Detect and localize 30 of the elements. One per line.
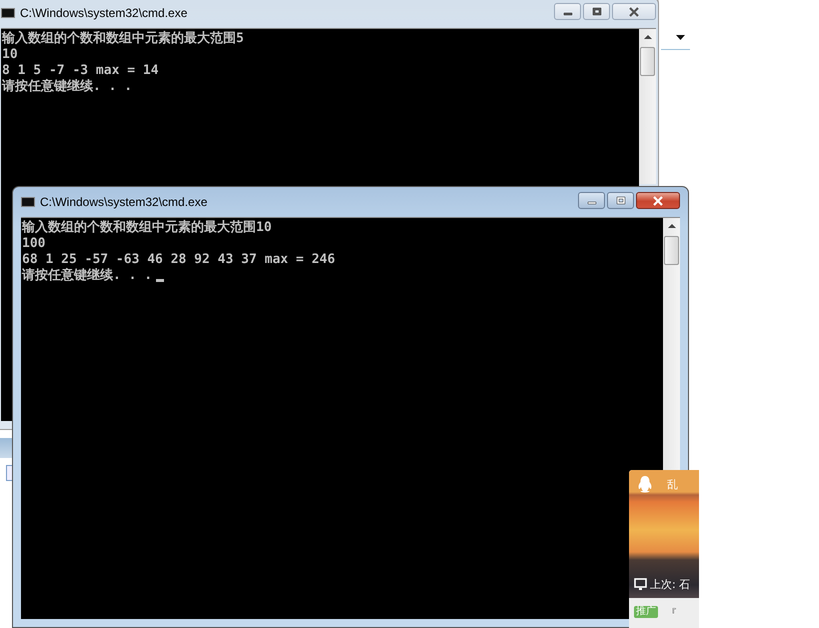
window-title: C:\Windows\system32\cmd.exe [40,195,208,209]
console-line: 10 [2,47,18,63]
caret-icon[interactable] [676,35,685,40]
console-line: 请按任意键继续. . . [22,268,152,284]
console-line: 输入数组的个数和数组中元素的最大范围5 [2,31,244,47]
maximize-button[interactable] [607,192,634,209]
console-line: 8 1 5 -7 -3 max = 14 [2,63,159,78]
console-line: 100 [22,236,46,252]
console-icon [1,8,15,18]
close-icon [628,6,640,16]
close-icon [652,196,664,206]
console-icon [21,197,35,207]
console-line: 68 1 25 -57 -63 46 28 92 43 37 max = 246 [22,252,336,268]
scroll-up-icon[interactable] [668,224,676,228]
contact-name: 乱 [667,477,678,492]
monitor-icon [634,578,647,591]
promo-tag: 推广 [634,606,658,618]
last-login-text: 上次: 石 [650,577,690,592]
close-button[interactable] [636,192,680,209]
news-text: 『 [666,606,677,621]
minimize-button[interactable] [578,192,605,209]
penguin-icon [637,475,653,494]
scroll-thumb[interactable] [664,236,679,265]
maximize-icon [590,6,602,16]
console-line: 输入数组的个数和数组中元素的最大范围10 [22,220,272,236]
maximize-icon [614,196,626,206]
scroll-thumb[interactable] [640,47,655,76]
scroll-up-icon[interactable] [644,35,652,39]
window-title: C:\Windows\system32\cmd.exe [20,6,188,20]
console-line: 请按任意键继续. . . [2,79,132,95]
